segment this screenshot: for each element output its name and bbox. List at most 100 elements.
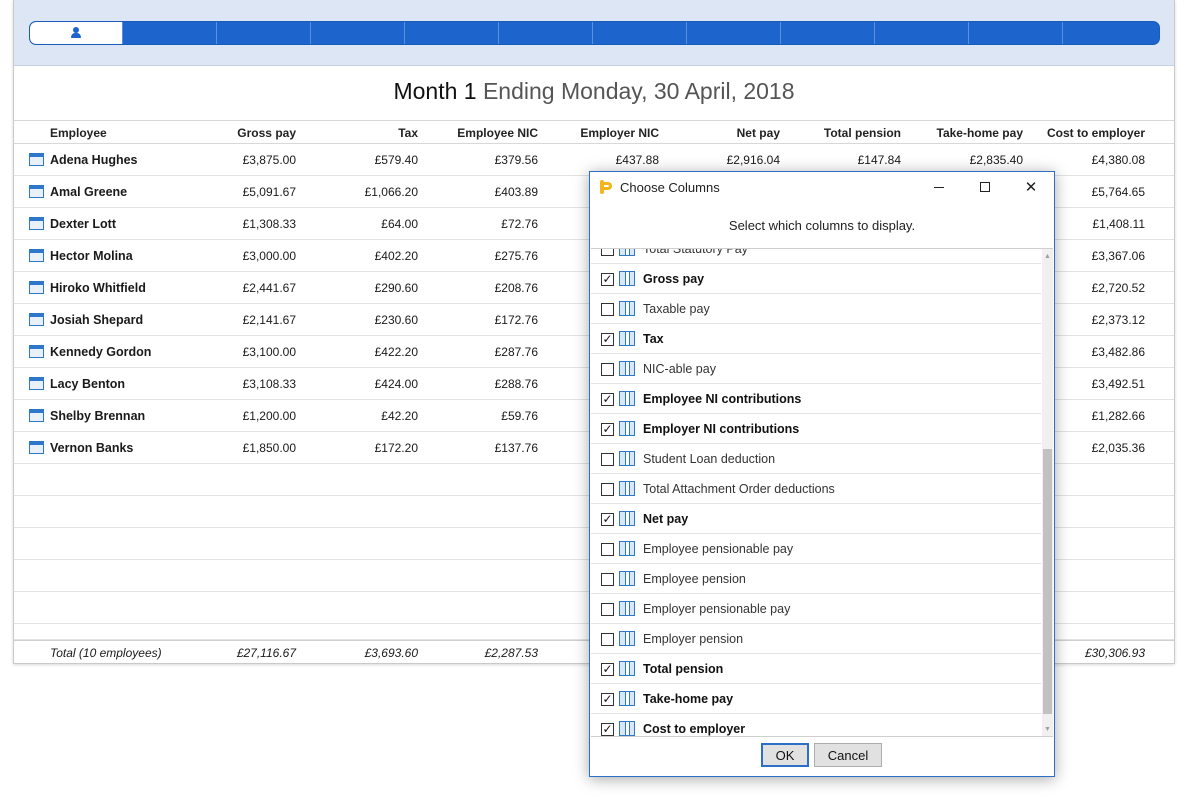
checkbox-unchecked[interactable] <box>601 603 614 616</box>
payslip-icon[interactable] <box>29 409 44 422</box>
column-option-label: Student Loan deduction <box>643 452 776 466</box>
cell-takehome: £2,835.40 <box>969 153 1023 167</box>
tab-10[interactable] <box>874 22 968 44</box>
scrollbar-thumb[interactable] <box>1043 449 1052 714</box>
column-option[interactable]: ✓ Employee NI contributions <box>591 384 1041 414</box>
cell-cost: £5,764.65 <box>1091 185 1145 199</box>
checkbox-unchecked[interactable] <box>601 573 614 586</box>
column-option[interactable]: Student Loan deduction <box>591 444 1041 474</box>
column-option-label: NIC-able pay <box>643 362 716 376</box>
column-option[interactable]: Employer pensionable pay <box>591 594 1041 624</box>
cell-cost: £1,408.11 <box>1092 217 1146 231</box>
cell-name: Dexter Lott <box>50 217 116 231</box>
minimize-icon <box>934 186 944 188</box>
column-option-label: Total pension <box>643 662 724 676</box>
col-header-net-pay[interactable]: Net pay <box>737 126 780 140</box>
col-header-total-pension[interactable]: Total pension <box>824 126 901 140</box>
cell-gross: £1,850.00 <box>242 441 296 455</box>
checkbox-checked[interactable]: ✓ <box>601 513 614 526</box>
column-option[interactable]: Total Statutory Pay <box>591 248 1041 264</box>
column-option[interactable]: Total Attachment Order deductions <box>591 474 1041 504</box>
tab-3[interactable] <box>216 22 310 44</box>
column-option-label: Net pay <box>643 512 689 526</box>
payslip-icon[interactable] <box>29 185 44 198</box>
payslip-icon[interactable] <box>29 281 44 294</box>
checkbox-checked[interactable]: ✓ <box>601 333 614 346</box>
total-tax: £3,693.60 <box>364 646 418 660</box>
tab-4[interactable] <box>310 22 404 44</box>
cell-ee_nic: £287.76 <box>494 345 538 359</box>
tab-employees[interactable] <box>30 22 122 44</box>
checkbox-checked[interactable]: ✓ <box>601 393 614 406</box>
column-option[interactable]: ✓ Take-home pay <box>591 684 1041 714</box>
column-option[interactable]: Taxable pay <box>591 294 1041 324</box>
checkbox-unchecked[interactable] <box>601 543 614 556</box>
tab-11[interactable] <box>968 22 1062 44</box>
col-header-employer-nic[interactable]: Employer NIC <box>580 126 659 140</box>
cell-tax: £422.20 <box>374 345 418 359</box>
column-option[interactable]: ✓ Tax <box>591 324 1041 354</box>
cell-tax: £290.60 <box>374 281 418 295</box>
scroll-up-icon[interactable]: ▲ <box>1042 251 1053 262</box>
payslip-icon[interactable] <box>29 153 44 166</box>
tab-9[interactable] <box>780 22 874 44</box>
payslip-icon[interactable] <box>29 345 44 358</box>
checkbox-unchecked[interactable] <box>601 633 614 646</box>
page-title: Month 1 Ending Monday, 30 April, 2018 <box>14 78 1174 105</box>
col-header-cost-to-employer[interactable]: Cost to employer <box>1047 126 1145 140</box>
dialog-title: Choose Columns <box>620 180 720 195</box>
column-icon <box>619 271 635 286</box>
column-option[interactable]: ✓ Cost to employer <box>591 714 1041 736</box>
tab-2[interactable] <box>122 22 216 44</box>
cell-gross: £2,141.67 <box>242 313 296 327</box>
payslip-icon[interactable] <box>29 217 44 230</box>
close-button[interactable]: ✕ <box>1008 172 1054 202</box>
tab-8[interactable] <box>686 22 780 44</box>
column-option-label: Total Statutory Pay <box>643 248 748 256</box>
cell-gross: £3,000.00 <box>242 249 296 263</box>
col-header-employee[interactable]: Employee <box>50 126 107 140</box>
tab-12[interactable] <box>1062 22 1159 44</box>
checkbox-checked[interactable]: ✓ <box>601 693 614 706</box>
column-option[interactable]: ✓ Gross pay <box>591 264 1041 294</box>
column-icon <box>619 511 635 526</box>
checkbox-checked[interactable]: ✓ <box>601 423 614 436</box>
ok-button[interactable]: OK <box>761 743 809 767</box>
column-option[interactable]: ✓ Total pension <box>591 654 1041 684</box>
checkbox-unchecked[interactable] <box>601 453 614 466</box>
column-option[interactable]: Employee pensionable pay <box>591 534 1041 564</box>
tab-7[interactable] <box>592 22 686 44</box>
checkbox-checked[interactable]: ✓ <box>601 273 614 286</box>
cell-gross: £5,091.67 <box>242 185 296 199</box>
cancel-button[interactable]: Cancel <box>814 743 882 767</box>
checkbox-unchecked[interactable] <box>601 483 614 496</box>
payslip-icon[interactable] <box>29 249 44 262</box>
payslip-icon[interactable] <box>29 377 44 390</box>
cell-tax: £1,066.20 <box>364 185 418 199</box>
payslip-icon[interactable] <box>29 313 44 326</box>
column-option[interactable]: Employer pension <box>591 624 1041 654</box>
maximize-button[interactable] <box>962 172 1008 202</box>
column-option[interactable]: Employee pension <box>591 564 1041 594</box>
dialog-titlebar[interactable]: Choose Columns ✕ <box>590 172 1054 202</box>
cell-ee_nic: £208.76 <box>494 281 538 295</box>
col-header-gross-pay[interactable]: Gross pay <box>237 126 296 140</box>
column-option[interactable]: NIC-able pay <box>591 354 1041 384</box>
checkbox-unchecked[interactable] <box>601 249 614 256</box>
minimize-button[interactable] <box>916 172 962 202</box>
column-option[interactable]: ✓ Net pay <box>591 504 1041 534</box>
payslip-icon[interactable] <box>29 441 44 454</box>
checkbox-checked[interactable]: ✓ <box>601 663 614 676</box>
checkbox-checked[interactable]: ✓ <box>601 723 614 736</box>
tab-5[interactable] <box>404 22 498 44</box>
column-option-label: Cost to employer <box>643 722 746 736</box>
col-header-take-home-pay[interactable]: Take-home pay <box>937 126 1023 140</box>
checkbox-unchecked[interactable] <box>601 303 614 316</box>
scroll-down-icon[interactable]: ▼ <box>1042 724 1053 735</box>
column-option[interactable]: ✓ Employer NI contributions <box>591 414 1041 444</box>
column-icon <box>619 601 635 616</box>
col-header-tax[interactable]: Tax <box>398 126 418 140</box>
checkbox-unchecked[interactable] <box>601 363 614 376</box>
tab-6[interactable] <box>498 22 592 44</box>
col-header-employee-nic[interactable]: Employee NIC <box>457 126 538 140</box>
